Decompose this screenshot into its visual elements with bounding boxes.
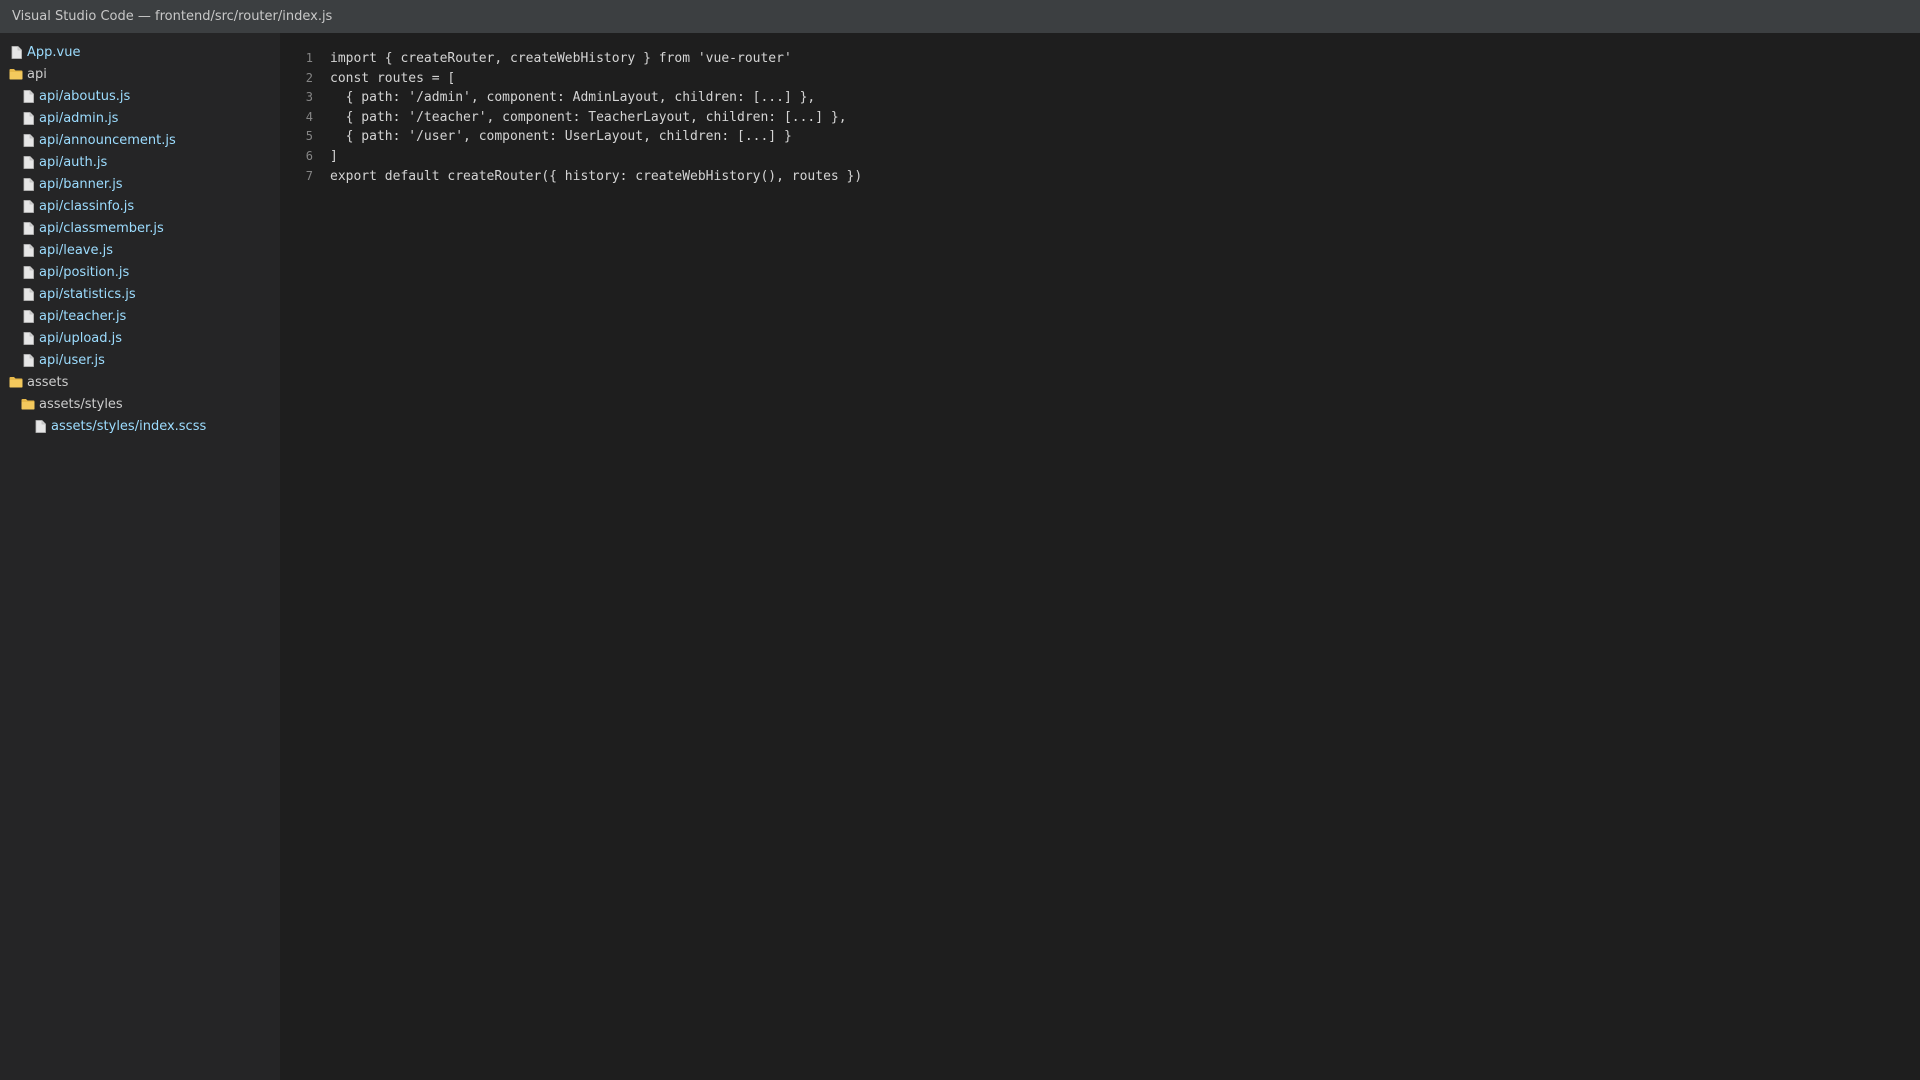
- line-number: 1: [305, 51, 313, 65]
- tree-file-api-position-js[interactable]: api/position.js: [0, 261, 280, 283]
- line-number: 4: [305, 109, 313, 124]
- tree-item-label: api/aboutus.js: [39, 88, 131, 104]
- tree-item-label: api/banner.js: [39, 176, 123, 192]
- tree-item-label: api/position.js: [39, 264, 130, 280]
- line-text[interactable]: ]: [325, 147, 338, 167]
- code-line[interactable]: 1 import { createRouter, createWebHistory…: [280, 49, 1920, 69]
- tree-file-api-banner-js[interactable]: api/banner.js: [0, 173, 280, 195]
- tree-item-label: api/classmember.js: [39, 220, 164, 236]
- tree-item-label: App.vue: [27, 44, 81, 60]
- line-text[interactable]: import { createRouter, createWebHistory …: [325, 49, 792, 69]
- line-number: 7: [305, 168, 313, 183]
- file-icon: [33, 419, 47, 433]
- tree-file-api-upload-js[interactable]: api/upload.js: [0, 327, 280, 349]
- tree-item-label: assets/styles: [39, 396, 123, 412]
- explorer-sidebar: App.vue api api/aboutus.js api/admin.js api/…: [0, 33, 280, 1080]
- tree-item-label: api/statistics.js: [39, 286, 136, 302]
- tree-item-label: api/admin.js: [39, 110, 119, 126]
- tree-item-label: api/user.js: [39, 352, 105, 368]
- tree-folder-assets[interactable]: assets: [0, 371, 280, 393]
- line-text[interactable]: { path: '/user', component: UserLayout, …: [325, 127, 792, 147]
- tree-item-label: api/teacher.js: [39, 308, 127, 324]
- tree-file-api-aboutus-js[interactable]: api/aboutus.js: [0, 85, 280, 107]
- tree-item-label: assets: [27, 374, 69, 390]
- code-line[interactable]: 5 { path: '/user', component: UserLayout…: [280, 127, 1920, 147]
- tree-file-api-auth-js[interactable]: api/auth.js: [0, 151, 280, 173]
- file-icon: [21, 133, 35, 147]
- line-number: 2: [305, 70, 313, 85]
- file-icon: [9, 45, 23, 59]
- tree-file-app-vue[interactable]: App.vue: [0, 41, 280, 63]
- tree-folder-assets-styles[interactable]: assets/styles: [0, 393, 280, 415]
- tree-file-api-user-js[interactable]: api/user.js: [0, 349, 280, 371]
- line-number: 6: [305, 148, 313, 163]
- file-icon: [21, 287, 35, 301]
- folder-icon: [9, 67, 23, 81]
- file-icon: [21, 155, 35, 169]
- file-icon: [21, 199, 35, 213]
- folder-icon: [21, 397, 35, 411]
- code-line[interactable]: 4 { path: '/teacher', component: Teacher…: [280, 108, 1920, 128]
- tree-file-api-announcement-js[interactable]: api/announcement.js: [0, 129, 280, 151]
- title-bar: Visual Studio Code — frontend/src/router…: [0, 0, 1920, 33]
- code-editor[interactable]: 1 import { createRouter, createWebHistory…: [280, 33, 1920, 1080]
- file-icon: [21, 221, 35, 235]
- tree-item-label: api: [27, 66, 47, 82]
- tree-file-api-leave-js[interactable]: api/leave.js: [0, 239, 280, 261]
- line-text[interactable]: { path: '/teacher', component: TeacherLa…: [325, 108, 847, 128]
- file-icon: [21, 111, 35, 125]
- tree-file-api-classmember-js[interactable]: api/classmember.js: [0, 217, 280, 239]
- line-text[interactable]: { path: '/admin', component: AdminLayout…: [325, 88, 816, 108]
- file-icon: [21, 265, 35, 279]
- line-number: 5: [305, 129, 313, 144]
- tree-item-label: api/upload.js: [39, 330, 123, 346]
- folder-icon: [9, 375, 23, 389]
- tree-item-label: api/leave.js: [39, 242, 113, 258]
- tree-file-api-classinfo-js[interactable]: api/classinfo.js: [0, 195, 280, 217]
- tree-item-label: assets/styles/index.scss: [51, 418, 207, 434]
- tree-item-label: api/announcement.js: [39, 132, 176, 148]
- line-text[interactable]: const routes = [: [325, 69, 455, 89]
- file-icon: [21, 177, 35, 191]
- file-icon: [21, 309, 35, 323]
- tree-file-api-statistics-js[interactable]: api/statistics.js: [0, 283, 280, 305]
- tree-file-api-teacher-js[interactable]: api/teacher.js: [0, 305, 280, 327]
- file-icon: [21, 243, 35, 257]
- code-line[interactable]: 7 export default createRouter({ history: …: [280, 167, 1920, 187]
- line-text[interactable]: export default createRouter({ history: c…: [325, 167, 862, 187]
- tree-item-label: api/classinfo.js: [39, 198, 135, 214]
- window-title: Visual Studio Code — frontend/src/router…: [12, 9, 333, 24]
- code-line[interactable]: 2 const routes = [: [280, 69, 1920, 89]
- vscode-window: Visual Studio Code — frontend/src/router…: [0, 0, 1920, 1080]
- tree-folder-api[interactable]: api: [0, 63, 280, 85]
- tree-file-assets-styles-index-scss[interactable]: assets/styles/index.scss: [0, 415, 280, 437]
- file-icon: [21, 89, 35, 103]
- file-icon: [21, 331, 35, 345]
- code-line[interactable]: 3 { path: '/admin', component: AdminLayo…: [280, 88, 1920, 108]
- code-line[interactable]: 6]: [280, 147, 1920, 167]
- file-icon: [21, 353, 35, 367]
- workbench: App.vue api api/aboutus.js api/admin.js api/…: [0, 33, 1920, 1080]
- tree-item-label: api/auth.js: [39, 154, 108, 170]
- line-number: 3: [305, 90, 313, 105]
- tree-file-api-admin-js[interactable]: api/admin.js: [0, 107, 280, 129]
